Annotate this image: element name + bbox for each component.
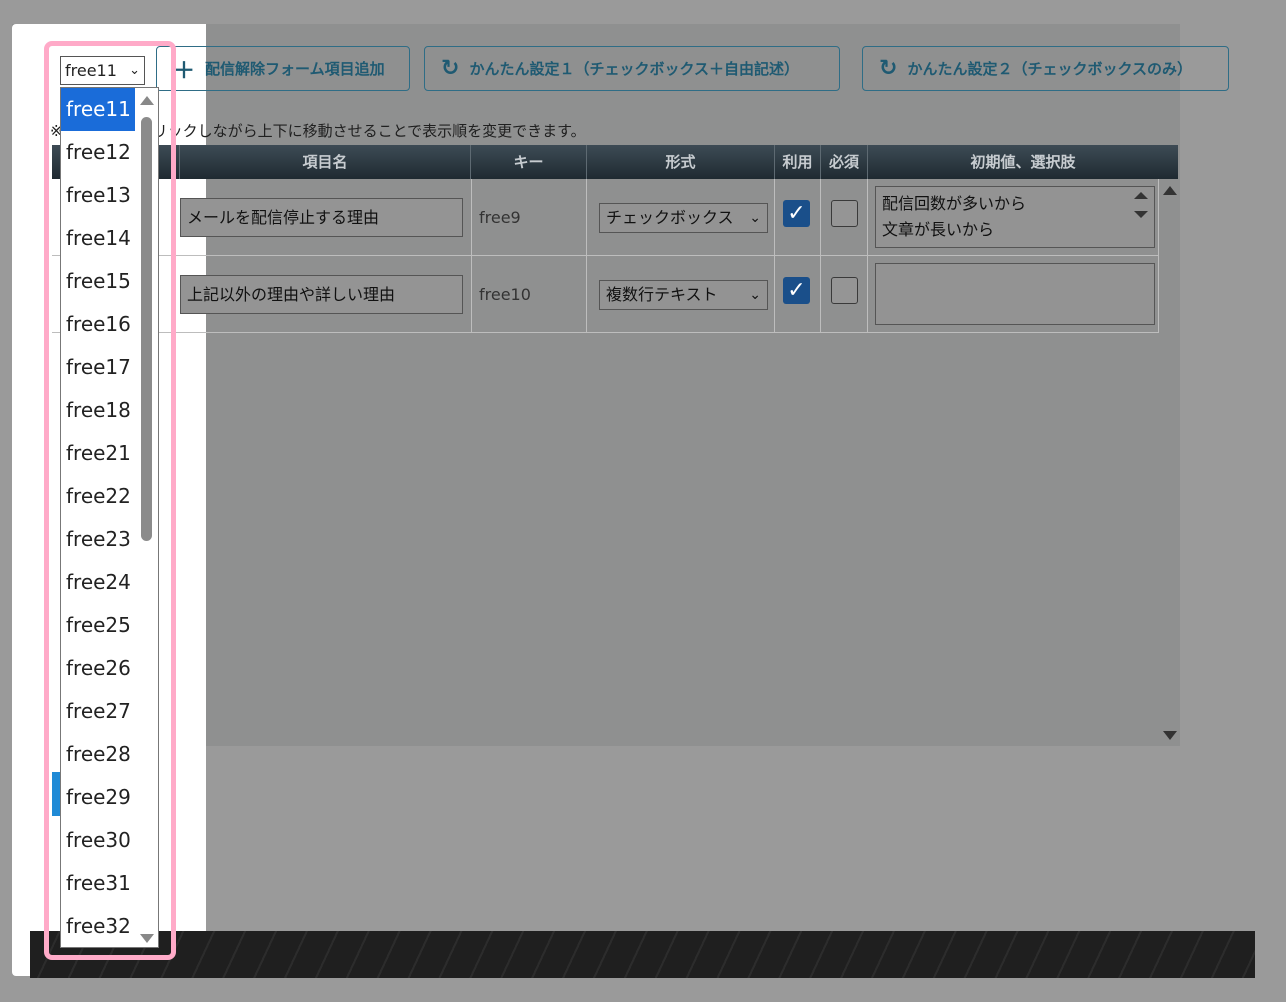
- table-header: 替 項目名 キー 形式 利用 必須 初期値、選択肢: [52, 145, 1178, 179]
- scroll-up-icon[interactable]: [1134, 192, 1148, 199]
- use-checkbox[interactable]: ✓: [783, 277, 810, 304]
- add-form-item-label: 配信解除フォーム項目追加: [205, 60, 385, 78]
- required-checkbox[interactable]: [831, 200, 858, 227]
- add-form-item-button[interactable]: ＋ 配信解除フォーム項目追加: [156, 46, 410, 91]
- highlight-frame: [44, 41, 176, 960]
- item-type-select[interactable]: チェックボックス ⌄: [599, 203, 768, 233]
- initial-values-textarea[interactable]: 配信回数が多いから 文章が長いから: [875, 186, 1155, 248]
- scroll-down-icon[interactable]: [1134, 211, 1148, 218]
- preset1-label: かんたん設定１（チェックボックス＋自由記述）: [469, 60, 799, 78]
- preset2-button[interactable]: ↻ かんたん設定２（チェックボックスのみ）: [862, 46, 1229, 91]
- item-type-value: 複数行テキスト: [606, 285, 718, 304]
- item-name-input[interactable]: メールを配信停止する理由: [180, 198, 463, 237]
- plus-icon: ＋: [173, 58, 196, 84]
- table-row[interactable]: 上記以外の理由や詳しい理由 free10 複数行テキスト ⌄ ✓: [52, 256, 1159, 333]
- col-name: 項目名: [180, 145, 471, 179]
- table-row[interactable]: メールを配信停止する理由 free9 チェックボックス ⌄ ✓ 配信回数が多いか…: [52, 179, 1159, 256]
- col-key: キー: [471, 145, 587, 179]
- col-use: 利用: [775, 145, 821, 179]
- item-key: free10: [479, 285, 531, 304]
- item-type-select[interactable]: 複数行テキスト ⌄: [599, 280, 768, 310]
- required-checkbox[interactable]: [831, 277, 858, 304]
- initial-values-textarea[interactable]: [875, 263, 1155, 325]
- item-name-input[interactable]: 上記以外の理由や詳しい理由: [180, 275, 463, 314]
- chevron-down-icon: ⌄: [749, 287, 761, 303]
- item-key: free9: [479, 208, 521, 227]
- scroll-up-icon[interactable]: [1163, 186, 1177, 195]
- initial-value-line: 配信回数が多いから: [882, 194, 1027, 213]
- col-required: 必須: [821, 145, 868, 179]
- scroll-down-icon[interactable]: [1163, 731, 1177, 740]
- chevron-down-icon: ⌄: [749, 210, 761, 226]
- preset2-label: かんたん設定２（チェックボックスのみ）: [907, 60, 1192, 78]
- refresh-icon: ↻: [879, 56, 898, 81]
- col-initial: 初期値、選択肢: [970, 153, 1076, 171]
- footer-bar: [30, 931, 1255, 978]
- preset1-button[interactable]: ↻ かんたん設定１（チェックボックス＋自由記述）: [424, 46, 840, 91]
- initial-value-line: 文章が長いから: [882, 220, 995, 239]
- col-type: 形式: [587, 145, 775, 179]
- use-checkbox[interactable]: ✓: [783, 200, 810, 227]
- item-type-value: チェックボックス: [606, 208, 734, 227]
- refresh-icon: ↻: [441, 56, 460, 81]
